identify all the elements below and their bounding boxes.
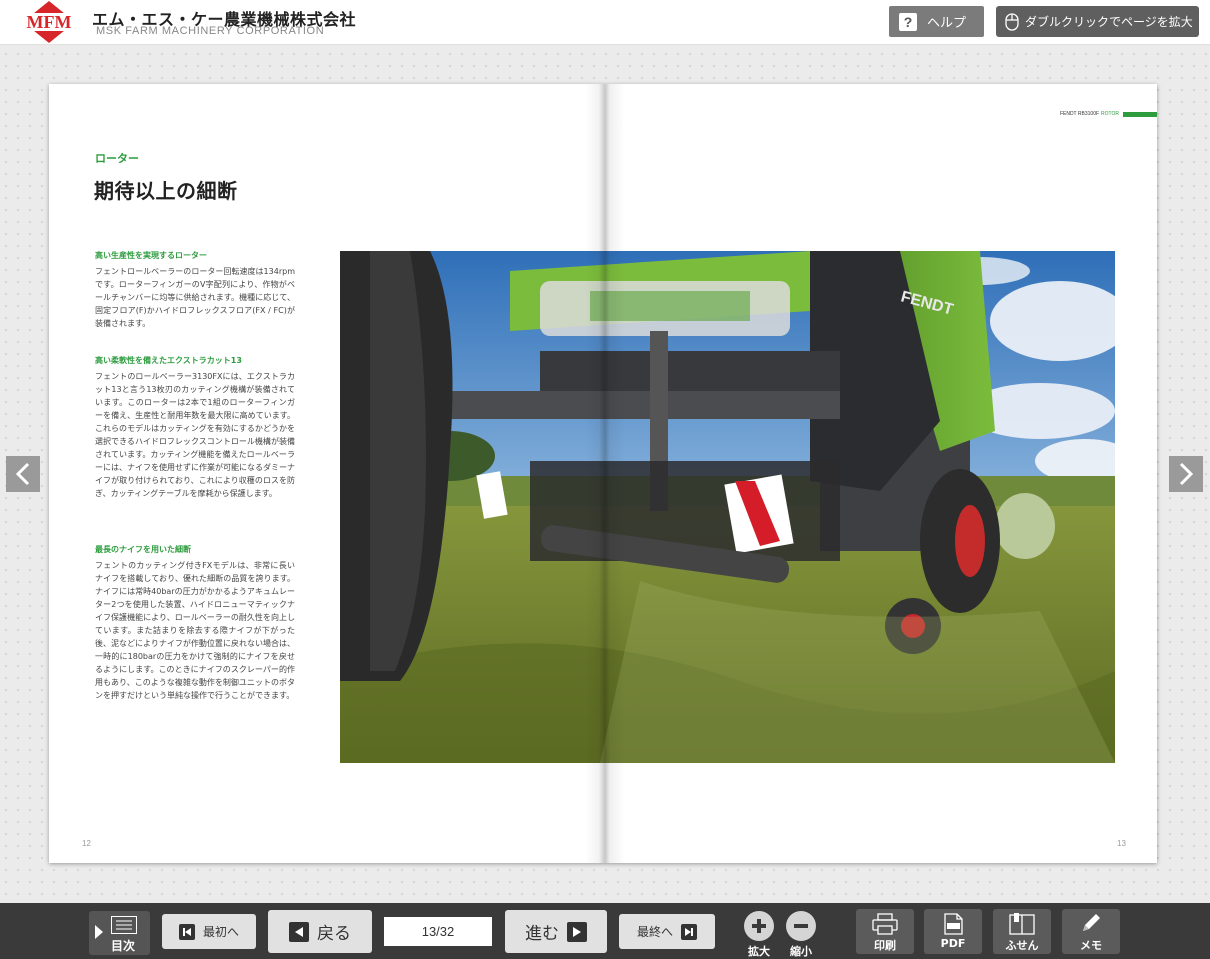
pdf-icon [944,913,963,935]
print-button[interactable]: 印刷 [856,909,914,954]
help-icon: ? [899,12,917,31]
help-button[interactable]: ? ヘルプ [889,6,984,37]
last-page-button[interactable]: 最終へ [619,914,715,949]
help-label: ヘルプ [927,16,967,31]
page-title: 期待以上の細断 [94,179,238,203]
page-number-right: 13 [1117,839,1126,848]
svg-text:MFM: MFM [27,12,72,32]
running-head-bar [1123,111,1157,117]
block-body: フェントロールベーラーのローター回転速度は134rpmです。ローターフィンガーの… [95,267,295,328]
running-head: FENDT RB3100F ROTOR [1060,111,1157,117]
pdf-label: PDF [940,937,966,950]
chevron-right-icon [1179,462,1194,486]
running-head-accent: ROTOR [1101,111,1119,117]
chevron-left-icon [15,462,30,486]
print-label: 印刷 [874,939,896,952]
sticky-note-button[interactable]: ふせん [993,909,1051,954]
block-heading: 高い生産性を実現するローター [95,251,207,260]
list-icon [111,916,137,934]
memo-label: メモ [1080,939,1102,952]
plus-icon [744,911,774,941]
forward-icon [567,921,587,942]
zoom-in-label: 拡大 [748,945,770,958]
forward-label: 進む [525,924,559,944]
footer-toolbar: 目次 最初へ 戻る 進む 最終へ 拡大 縮小 [0,903,1210,959]
forward-button[interactable]: 進む [505,910,607,953]
back-icon [289,921,309,942]
prev-page-arrow[interactable] [6,456,40,492]
back-button[interactable]: 戻る [268,910,372,953]
printer-icon [872,913,898,935]
text-block-rotor: 高い生産性を実現するローター フェントロールベーラーのローター回転速度は134r… [95,250,295,330]
pdf-button[interactable]: PDF [924,909,982,954]
first-page-label: 最初へ [202,925,239,939]
text-block-knife: 最長のナイフを用いた細断 フェントのカッティング付きFXモデルは、非常に長いナイ… [95,544,295,702]
mfm-logo: MFM [21,1,77,43]
text-block-extracut: 高い柔軟性を備えたエクストラカット13 フェントのロールベーラー3130FXには… [95,355,295,500]
app-header: MFM エム・エス・ケー農業機械株式会社 MSK FARM MACHINERY … [0,0,1210,45]
pencil-icon [1083,914,1100,931]
double-click-zoom-hint: ダブルクリックでページを拡大 [996,6,1199,37]
page-number-left: 12 [82,839,91,848]
last-page-icon [681,923,697,940]
toc-arrow-icon [95,925,103,939]
toc-label: 目次 [111,939,136,953]
block-heading: 最長のナイフを用いた細断 [95,545,191,554]
block-heading: 高い柔軟性を備えたエクストラカット13 [95,356,242,365]
sticky-note-label: ふせん [1005,939,1039,952]
toc-button[interactable]: 目次 [89,911,150,955]
running-head-text: FENDT RB3100F [1059,111,1100,117]
first-page-icon [178,923,195,940]
section-label: ローター [95,152,139,165]
memo-button[interactable]: メモ [1062,909,1120,954]
book-spread[interactable]: ローター 期待以上の細断 高い生産性を実現するローター フェントロールベーラーの… [49,84,1157,863]
block-body: フェントのロールベーラー3130FXには、エクストラカット13と言う13枚刃のカ… [95,372,295,498]
zoom-hint-label: ダブルクリックでページを拡大 [1025,15,1193,29]
next-page-arrow[interactable] [1169,456,1203,492]
zoom-out-label: 縮小 [790,945,812,958]
baler-photo: FENDT [340,251,1115,763]
company-name-en: MSK FARM MACHINERY CORPORATION [96,25,325,37]
first-page-button[interactable]: 最初へ [162,914,256,949]
zoom-in-button[interactable]: 拡大 [742,911,776,959]
minus-icon [786,911,816,941]
last-page-label: 最終へ [636,925,673,939]
mouse-icon [1005,12,1019,31]
back-label: 戻る [317,924,351,944]
sticky-note-icon [1009,913,1035,935]
block-body: フェントのカッティング付きFXモデルは、非常に長いナイフを搭載しており、優れた細… [95,561,295,700]
page-number-input[interactable] [384,917,492,946]
zoom-out-button[interactable]: 縮小 [784,911,818,959]
